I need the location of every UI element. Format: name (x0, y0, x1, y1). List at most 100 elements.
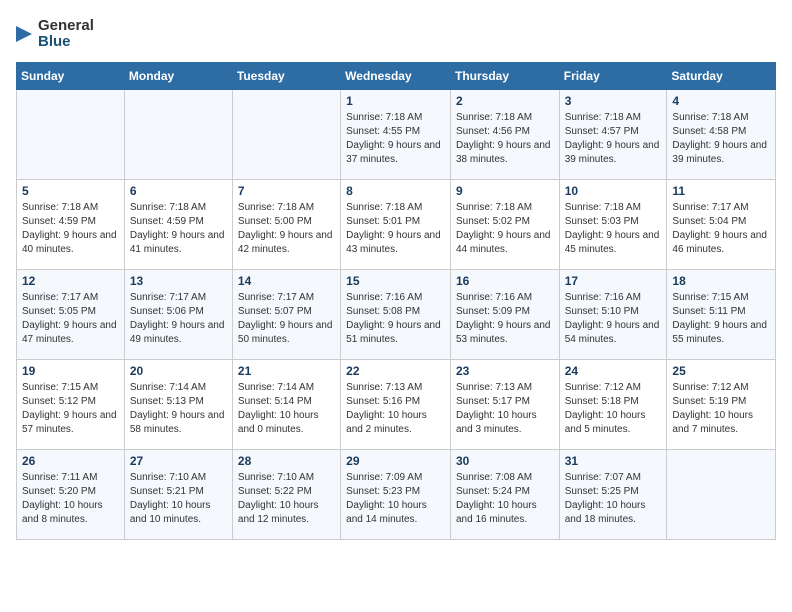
column-header-saturday: Saturday (667, 63, 776, 90)
day-info: Sunrise: 7:18 AM Sunset: 5:02 PM Dayligh… (456, 201, 554, 257)
day-info: Sunrise: 7:18 AM Sunset: 5:01 PM Dayligh… (346, 201, 445, 257)
day-cell: 9 Sunrise: 7:18 AM Sunset: 5:02 PM Daylig… (450, 180, 559, 270)
day-number: 20 (130, 364, 227, 378)
day-number: 29 (346, 454, 445, 468)
day-cell: 16 Sunrise: 7:16 AM Sunset: 5:09 PM Dayli… (450, 270, 559, 360)
day-number: 15 (346, 274, 445, 288)
day-info: Sunrise: 7:18 AM Sunset: 4:55 PM Dayligh… (346, 111, 445, 167)
day-number: 13 (130, 274, 227, 288)
day-cell: 5 Sunrise: 7:18 AM Sunset: 4:59 PM Daylig… (17, 180, 125, 270)
day-number: 2 (456, 94, 554, 108)
day-number: 23 (456, 364, 554, 378)
day-cell: 27 Sunrise: 7:10 AM Sunset: 5:21 PM Dayli… (124, 450, 232, 540)
column-header-tuesday: Tuesday (232, 63, 340, 90)
day-number: 9 (456, 184, 554, 198)
day-number: 19 (22, 364, 119, 378)
day-info: Sunrise: 7:12 AM Sunset: 5:18 PM Dayligh… (565, 381, 662, 437)
day-number: 28 (238, 454, 335, 468)
day-info: Sunrise: 7:13 AM Sunset: 5:16 PM Dayligh… (346, 381, 445, 437)
day-info: Sunrise: 7:10 AM Sunset: 5:21 PM Dayligh… (130, 471, 227, 527)
day-info: Sunrise: 7:17 AM Sunset: 5:06 PM Dayligh… (130, 291, 227, 347)
day-cell: 29 Sunrise: 7:09 AM Sunset: 5:23 PM Dayli… (341, 450, 451, 540)
day-info: Sunrise: 7:07 AM Sunset: 5:25 PM Dayligh… (565, 471, 662, 527)
day-number: 31 (565, 454, 662, 468)
day-info: Sunrise: 7:09 AM Sunset: 5:23 PM Dayligh… (346, 471, 445, 527)
day-info: Sunrise: 7:16 AM Sunset: 5:10 PM Dayligh… (565, 291, 662, 347)
day-cell: 6 Sunrise: 7:18 AM Sunset: 4:59 PM Daylig… (124, 180, 232, 270)
day-info: Sunrise: 7:18 AM Sunset: 4:57 PM Dayligh… (565, 111, 662, 167)
day-number: 27 (130, 454, 227, 468)
day-cell: 12 Sunrise: 7:17 AM Sunset: 5:05 PM Dayli… (17, 270, 125, 360)
day-info: Sunrise: 7:17 AM Sunset: 5:07 PM Dayligh… (238, 291, 335, 347)
day-info: Sunrise: 7:18 AM Sunset: 4:59 PM Dayligh… (130, 201, 227, 257)
week-row-3: 12 Sunrise: 7:17 AM Sunset: 5:05 PM Dayli… (17, 270, 776, 360)
day-cell: 30 Sunrise: 7:08 AM Sunset: 5:24 PM Dayli… (450, 450, 559, 540)
day-cell: 31 Sunrise: 7:07 AM Sunset: 5:25 PM Dayli… (559, 450, 667, 540)
day-cell: 19Sunrise: 7:15 AM Sunset: 5:12 PM Dayli… (17, 360, 125, 450)
day-number: 25 (672, 364, 770, 378)
day-cell: 8 Sunrise: 7:18 AM Sunset: 5:01 PM Daylig… (341, 180, 451, 270)
logo-arrow-icon (16, 16, 36, 52)
day-cell: 4Sunrise: 7:18 AM Sunset: 4:58 PM Daylig… (667, 90, 776, 180)
day-number: 4 (672, 94, 770, 108)
day-cell: 3 Sunrise: 7:18 AM Sunset: 4:57 PM Daylig… (559, 90, 667, 180)
day-cell: 20 Sunrise: 7:14 AM Sunset: 5:13 PM Dayli… (124, 360, 232, 450)
day-number: 21 (238, 364, 335, 378)
day-number: 8 (346, 184, 445, 198)
day-number: 26 (22, 454, 119, 468)
day-info: Sunrise: 7:08 AM Sunset: 5:24 PM Dayligh… (456, 471, 554, 527)
logo: General Blue (16, 16, 94, 52)
calendar-table: SundayMondayTuesdayWednesdayThursdayFrid… (16, 62, 776, 540)
week-row-5: 26 Sunrise: 7:11 AM Sunset: 5:20 PM Dayli… (17, 450, 776, 540)
day-info: Sunrise: 7:18 AM Sunset: 5:00 PM Dayligh… (238, 201, 335, 257)
day-info: Sunrise: 7:13 AM Sunset: 5:17 PM Dayligh… (456, 381, 554, 437)
day-info: Sunrise: 7:14 AM Sunset: 5:13 PM Dayligh… (130, 381, 227, 437)
day-cell (667, 450, 776, 540)
header: General Blue (16, 16, 776, 52)
header-row: SundayMondayTuesdayWednesdayThursdayFrid… (17, 63, 776, 90)
day-number: 14 (238, 274, 335, 288)
day-info: Sunrise: 7:12 AM Sunset: 5:19 PM Dayligh… (672, 381, 770, 437)
day-number: 24 (565, 364, 662, 378)
day-cell: 7Sunrise: 7:18 AM Sunset: 5:00 PM Daylig… (232, 180, 340, 270)
logo-general-text: General (38, 18, 94, 35)
day-cell: 10 Sunrise: 7:18 AM Sunset: 5:03 PM Dayli… (559, 180, 667, 270)
column-header-wednesday: Wednesday (341, 63, 451, 90)
day-cell: 26 Sunrise: 7:11 AM Sunset: 5:20 PM Dayli… (17, 450, 125, 540)
column-header-friday: Friday (559, 63, 667, 90)
day-info: Sunrise: 7:17 AM Sunset: 5:04 PM Dayligh… (672, 201, 770, 257)
week-row-2: 5 Sunrise: 7:18 AM Sunset: 4:59 PM Daylig… (17, 180, 776, 270)
day-info: Sunrise: 7:16 AM Sunset: 5:09 PM Dayligh… (456, 291, 554, 347)
day-number: 18 (672, 274, 770, 288)
day-number: 1 (346, 94, 445, 108)
day-number: 17 (565, 274, 662, 288)
day-info: Sunrise: 7:15 AM Sunset: 5:11 PM Dayligh… (672, 291, 770, 347)
day-cell: 11 Sunrise: 7:17 AM Sunset: 5:04 PM Dayli… (667, 180, 776, 270)
day-cell: 14 Sunrise: 7:17 AM Sunset: 5:07 PM Dayli… (232, 270, 340, 360)
logo-blue-text: Blue (38, 34, 94, 51)
day-number: 11 (672, 184, 770, 198)
day-cell: 13 Sunrise: 7:17 AM Sunset: 5:06 PM Dayli… (124, 270, 232, 360)
day-cell: 18 Sunrise: 7:15 AM Sunset: 5:11 PM Dayli… (667, 270, 776, 360)
day-number: 5 (22, 184, 119, 198)
day-number: 6 (130, 184, 227, 198)
day-number: 30 (456, 454, 554, 468)
week-row-4: 19Sunrise: 7:15 AM Sunset: 5:12 PM Dayli… (17, 360, 776, 450)
column-header-thursday: Thursday (450, 63, 559, 90)
day-info: Sunrise: 7:17 AM Sunset: 5:05 PM Dayligh… (22, 291, 119, 347)
day-number: 12 (22, 274, 119, 288)
day-cell: 23 Sunrise: 7:13 AM Sunset: 5:17 PM Dayli… (450, 360, 559, 450)
day-number: 10 (565, 184, 662, 198)
day-number: 3 (565, 94, 662, 108)
day-info: Sunrise: 7:16 AM Sunset: 5:08 PM Dayligh… (346, 291, 445, 347)
day-cell: 1 Sunrise: 7:18 AM Sunset: 4:55 PM Daylig… (341, 90, 451, 180)
day-number: 22 (346, 364, 445, 378)
day-info: Sunrise: 7:18 AM Sunset: 5:03 PM Dayligh… (565, 201, 662, 257)
day-cell (124, 90, 232, 180)
day-cell: 15 Sunrise: 7:16 AM Sunset: 5:08 PM Dayli… (341, 270, 451, 360)
day-cell: 24 Sunrise: 7:12 AM Sunset: 5:18 PM Dayli… (559, 360, 667, 450)
day-info: Sunrise: 7:11 AM Sunset: 5:20 PM Dayligh… (22, 471, 119, 527)
day-number: 16 (456, 274, 554, 288)
day-cell: 21Sunrise: 7:14 AM Sunset: 5:14 PM Dayli… (232, 360, 340, 450)
day-info: Sunrise: 7:18 AM Sunset: 4:59 PM Dayligh… (22, 201, 119, 257)
